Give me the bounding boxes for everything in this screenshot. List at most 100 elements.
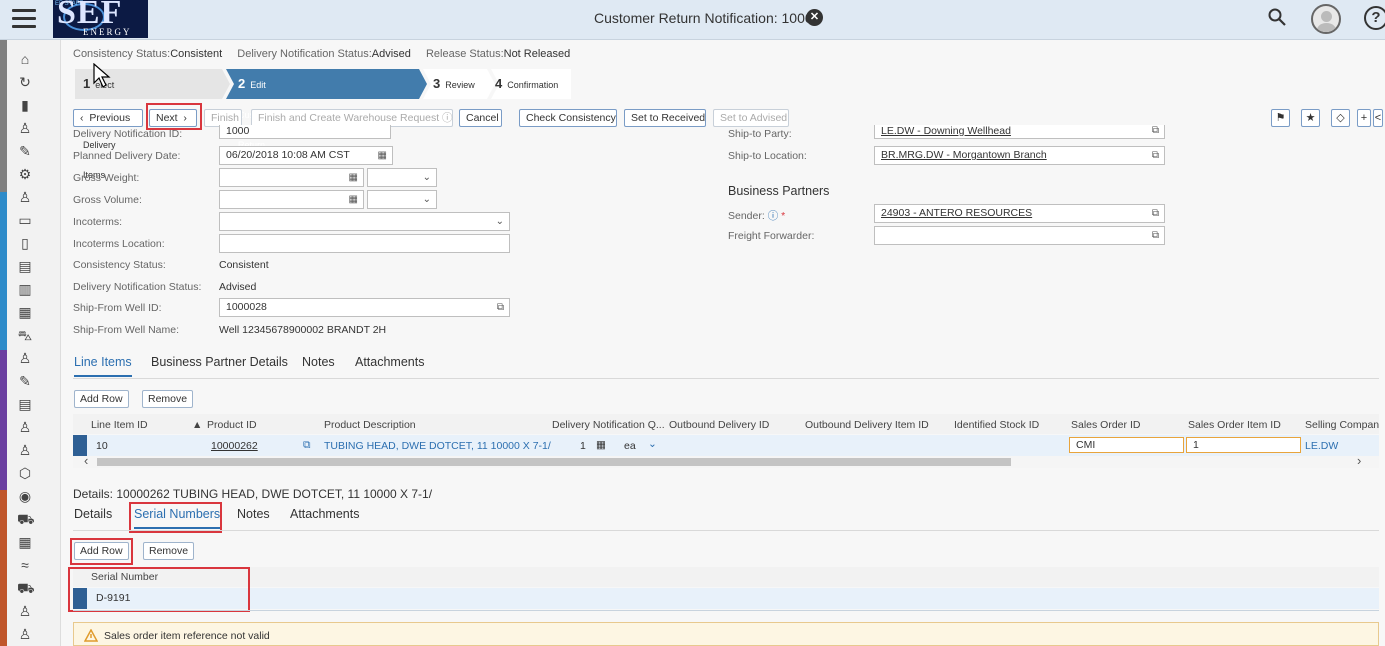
cancel-button[interactable]: Cancel — [459, 109, 502, 127]
column-selling-company[interactable]: Selling Compan — [1305, 419, 1379, 431]
chevron-down-icon[interactable]: ⌄ — [648, 438, 657, 450]
calculator-icon[interactable]: ▦ — [349, 191, 358, 208]
gross-volume-field[interactable]: ▦ — [219, 190, 364, 209]
cell-sales-order-item-id[interactable]: 1 — [1186, 437, 1301, 453]
column-delivery-notification-qty[interactable]: Delivery Notification Q... — [552, 419, 665, 431]
check-consistency-button[interactable]: Check Consistency — [519, 109, 617, 127]
column-outbound-delivery-item-id[interactable]: Outbound Delivery Item ID — [805, 419, 929, 431]
tab-line-items[interactable]: Line Items — [74, 355, 132, 377]
horizontal-scrollbar[interactable]: ‹ › — [73, 453, 1379, 468]
help-icon[interactable]: ? — [1364, 6, 1385, 30]
favorite-icon[interactable]: ★ — [1301, 109, 1320, 127]
column-product-description[interactable]: Product Description — [324, 419, 416, 431]
incoterms-location-field[interactable] — [219, 234, 510, 253]
expand-icon[interactable]: + — [1357, 109, 1371, 127]
settings-icon[interactable]: ⚙ — [17, 166, 33, 182]
serial-table-row[interactable] — [73, 588, 1379, 609]
scrollbar-thumb[interactable] — [97, 458, 1011, 466]
bar-chart-icon[interactable]: ▮ — [17, 97, 33, 113]
tab-details-notes[interactable]: Notes — [237, 507, 270, 521]
calculator-icon[interactable]: ▦ — [596, 439, 606, 451]
trend-icon[interactable]: ≈ — [17, 557, 33, 573]
tab-details-attachments[interactable]: Attachments — [290, 507, 359, 521]
company-logo[interactable]: EP STAFF SEF ENERGY — [53, 0, 148, 38]
column-product-id[interactable]: Product ID — [207, 419, 257, 431]
tab-attachments[interactable]: Attachments — [355, 355, 424, 369]
value-help-icon[interactable]: ⧉ — [1152, 125, 1159, 137]
edit-doc-icon[interactable]: ✎ — [17, 373, 33, 389]
value-help-icon[interactable]: ⧉ — [1152, 227, 1159, 244]
delivery-truck-icon[interactable]: ⛟ — [17, 580, 35, 596]
cell-product-id[interactable]: 10000262 — [211, 440, 258, 452]
set-to-received-button[interactable]: Set to Received — [624, 109, 706, 127]
incoterms-select[interactable]: ⌄ — [219, 212, 510, 231]
search-icon[interactable] — [1268, 8, 1286, 26]
person-icon[interactable]: ♙ — [17, 120, 33, 136]
column-sales-order-item-id[interactable]: Sales Order Item ID — [1188, 419, 1281, 431]
tab-notes[interactable]: Notes — [302, 355, 335, 369]
planned-delivery-date-field[interactable]: 06/20/2018 10:08 AM CST ▦ — [219, 146, 393, 165]
cell-selling-company[interactable]: LE.DW — [1305, 440, 1338, 452]
cell-product-description[interactable]: TUBING HEAD, DWE DOTCET, 11 10000 X 7-1/ — [324, 440, 551, 452]
worker-icon[interactable]: ♙ — [17, 419, 33, 435]
line-items-add-row-button[interactable]: Add Row — [74, 390, 129, 408]
column-sales-order-id[interactable]: Sales Order ID — [1071, 419, 1140, 431]
calendar-icon[interactable]: ▦ — [17, 534, 33, 550]
driver-icon[interactable]: ♙ — [17, 603, 33, 619]
worker-2-icon[interactable]: ♙ — [17, 442, 33, 458]
cell-uom[interactable]: ea — [624, 440, 636, 452]
home-icon[interactable]: ⌂ — [17, 51, 33, 67]
truck-icon[interactable]: ⛟ — [17, 511, 35, 527]
calculator-icon[interactable]: ▦ — [349, 169, 358, 186]
column-identified-stock-id[interactable]: Identified Stock ID — [954, 419, 1039, 431]
serial-remove-button[interactable]: Remove — [143, 542, 195, 560]
set-to-advised-button[interactable]: Set to Advised — [713, 109, 789, 127]
line-items-remove-button[interactable]: Remove — [142, 390, 194, 408]
value-help-icon[interactable]: ⧉ — [1152, 147, 1159, 164]
clipboard-icon[interactable]: ▥ — [17, 281, 33, 297]
user-group-icon[interactable]: ♙ — [17, 626, 33, 642]
gross-weight-field[interactable]: ▦ — [219, 168, 364, 187]
ship-to-location-field[interactable]: BR.MRG.DW - Morgantown Branch ⧉ — [874, 146, 1165, 165]
value-help-icon[interactable]: ⧉ — [1152, 205, 1159, 222]
id-card-icon[interactable]: ▭ — [17, 212, 33, 228]
form-icon[interactable]: ▤ — [17, 396, 33, 412]
calendar-icon[interactable]: ▦ — [378, 147, 387, 164]
flag-icon[interactable]: ⚑ — [1271, 109, 1290, 127]
freight-forwarder-field[interactable]: ⧉ — [874, 226, 1165, 245]
ship-to-party-field[interactable]: LE.DW - Downing Wellhead ⧉ — [874, 125, 1165, 139]
package-icon[interactable]: ⬡ — [17, 465, 33, 481]
cell-qty[interactable]: 1 — [580, 440, 586, 452]
gross-weight-unit-select[interactable]: ⌄ — [367, 168, 437, 187]
operator-icon[interactable]: ♙ — [17, 350, 33, 366]
edit-icon[interactable]: ✎ — [17, 143, 33, 159]
close-icon[interactable]: ✕ — [806, 9, 823, 26]
scroll-left-icon[interactable]: ‹ — [84, 453, 88, 468]
product-value-help-icon[interactable]: ⧉ — [303, 439, 311, 452]
collapse-icon[interactable]: ˂ — [1373, 109, 1383, 127]
ship-from-well-id-field[interactable]: 1000028 ⧉ — [219, 298, 510, 317]
column-line-item-id[interactable]: Line Item ID — [91, 419, 148, 431]
column-outbound-delivery-id[interactable]: Outbound Delivery ID — [669, 419, 769, 431]
car-icon[interactable]: ⛍ — [17, 327, 33, 343]
user-avatar[interactable] — [1311, 4, 1341, 34]
menu-icon[interactable] — [12, 9, 36, 29]
value-help-icon[interactable]: ⧉ — [497, 299, 504, 316]
previous-button[interactable]: ‹ Previous — [73, 109, 143, 127]
wizard-step-3[interactable]: 3 Review — [433, 69, 475, 99]
wizard-step-2[interactable]: 2Edit Customer Return Delivery Notificat… — [238, 69, 283, 210]
sort-ascending-icon[interactable]: ▲ — [192, 419, 202, 431]
tab-details[interactable]: Details — [74, 507, 112, 521]
account-icon[interactable]: ◉ — [17, 488, 33, 504]
user-list-icon[interactable]: ♙ — [17, 189, 33, 205]
message-strip[interactable]: Sales order item reference not valid — [73, 622, 1379, 646]
checklist-icon[interactable]: ▦ — [17, 304, 33, 320]
sender-field[interactable]: 24903 - ANTERO RESOURCES ⧉ — [874, 204, 1165, 223]
scroll-right-icon[interactable]: › — [1357, 453, 1361, 468]
report-icon[interactable]: ▤ — [17, 258, 33, 274]
tab-business-partner-details[interactable]: Business Partner Details — [151, 355, 288, 369]
wizard-step-4[interactable]: 4 Confirmation — [495, 69, 558, 99]
document-icon[interactable]: ▯ — [17, 235, 33, 251]
delivery-notification-id-field[interactable]: 1000 — [219, 125, 391, 139]
eraser-icon[interactable]: ◇ — [1331, 109, 1350, 127]
